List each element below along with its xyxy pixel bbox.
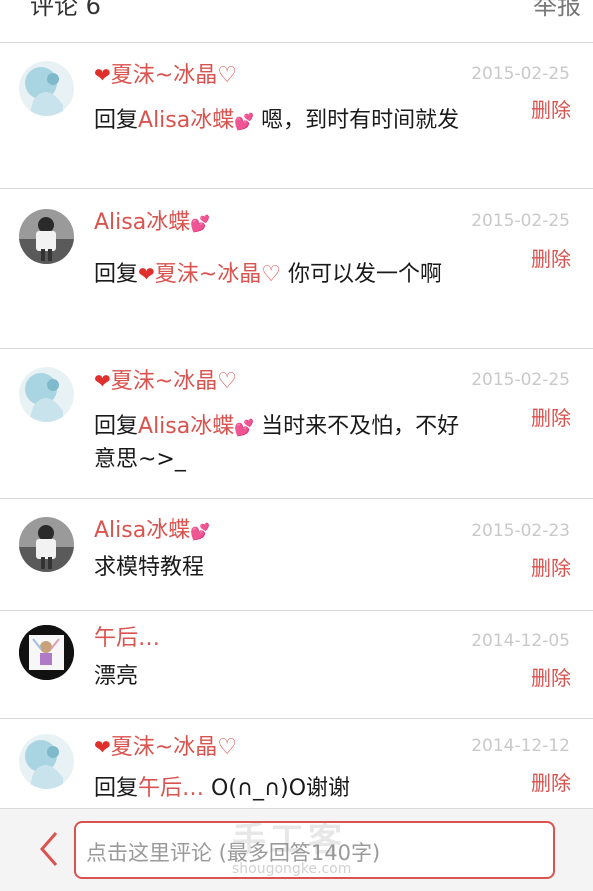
avatar[interactable] [19,625,74,680]
hearts-icon: 💕 [234,112,255,131]
comment-input[interactable]: 点击这里评论 (最多回答140字) [74,821,555,879]
delete-button[interactable]: 删除 [531,769,571,797]
comment-text: 回复Alisa冰蝶💕 当时来不及怕，不好意思~>_ [94,414,460,472]
chevron-left-icon [40,832,58,866]
comment-date: 2015-02-25 [471,211,570,231]
avatar[interactable] [19,517,74,572]
comment-date: 2015-02-25 [471,64,570,84]
mention-link[interactable]: 午后… [138,776,204,801]
comment-text: 回复午后… O(∩_∩)O谢谢 [94,776,351,801]
mention-link[interactable]: ❤夏沫~冰晶♡ [138,262,281,287]
hearts-icon: 💕 [190,214,211,233]
delete-button[interactable]: 删除 [531,404,571,432]
heart-icon: ❤ [94,369,111,393]
heart-icon: ❤ [138,262,155,286]
avatar[interactable] [19,367,74,422]
hearts-icon: 💕 [234,418,255,437]
comment-date: 2014-12-12 [471,736,570,756]
comment-input-bar: 点击这里评论 (最多回答140字) [0,808,593,891]
comment-text: 回复Alisa冰蝶💕 嗯，到时有时间就发 [94,108,460,133]
avatar[interactable] [19,61,74,116]
comment-author[interactable]: 午后… [94,624,160,654]
delete-button[interactable]: 删除 [531,664,571,692]
comment-date: 2015-02-23 [471,521,570,541]
heart-icon: ❤ [94,63,111,87]
heart-icon: ❤ [94,735,111,759]
comment-item: ❤夏沫~冰晶♡ 2014-12-12 删除 回复午后… O(∩_∩)O谢谢 [0,719,593,809]
comment-text: 求模特教程 [94,555,205,580]
comment-item: ❤夏沫~冰晶♡ 2015-02-25 删除 回复Alisa冰蝶💕 嗯，到时有时间… [0,43,593,189]
delete-button[interactable]: 删除 [531,554,571,582]
comment-item: 午后… 2014-12-05 删除 漂亮 [0,611,593,719]
comment-author[interactable]: Alisa冰蝶💕 [94,208,210,239]
comment-item: Alisa冰蝶💕 2015-02-25 删除 回复❤夏沫~冰晶♡ 你可以发一个啊 [0,189,593,349]
page-title: 评论 6 [30,0,101,20]
report-button[interactable]: 举报 [533,0,581,21]
avatar[interactable] [19,209,74,264]
comment-item: ❤夏沫~冰晶♡ 2015-02-25 删除 回复Alisa冰蝶💕 当时来不及怕，… [0,349,593,499]
delete-button[interactable]: 删除 [531,96,571,124]
comment-text: 漂亮 [94,664,139,689]
comment-author[interactable]: Alisa冰蝶💕 [94,516,210,547]
comment-item: Alisa冰蝶💕 2015-02-23 删除 求模特教程 [0,499,593,611]
avatar[interactable] [19,734,74,789]
delete-button[interactable]: 删除 [531,245,571,273]
back-button[interactable] [30,827,70,871]
comment-date: 2014-12-05 [471,631,570,651]
comment-author[interactable]: ❤夏沫~冰晶♡ [94,366,237,397]
comment-text: 回复❤夏沫~冰晶♡ 你可以发一个啊 [94,262,442,287]
comment-author[interactable]: ❤夏沫~冰晶♡ [94,732,237,763]
comment-author[interactable]: ❤夏沫~冰晶♡ [94,60,237,91]
hearts-icon: 💕 [190,522,211,541]
comment-date: 2015-02-25 [471,370,570,390]
mention-link[interactable]: Alisa冰蝶 [138,414,234,439]
mention-link[interactable]: Alisa冰蝶 [138,108,234,133]
header-bar: 评论 6 举报 [0,0,593,43]
